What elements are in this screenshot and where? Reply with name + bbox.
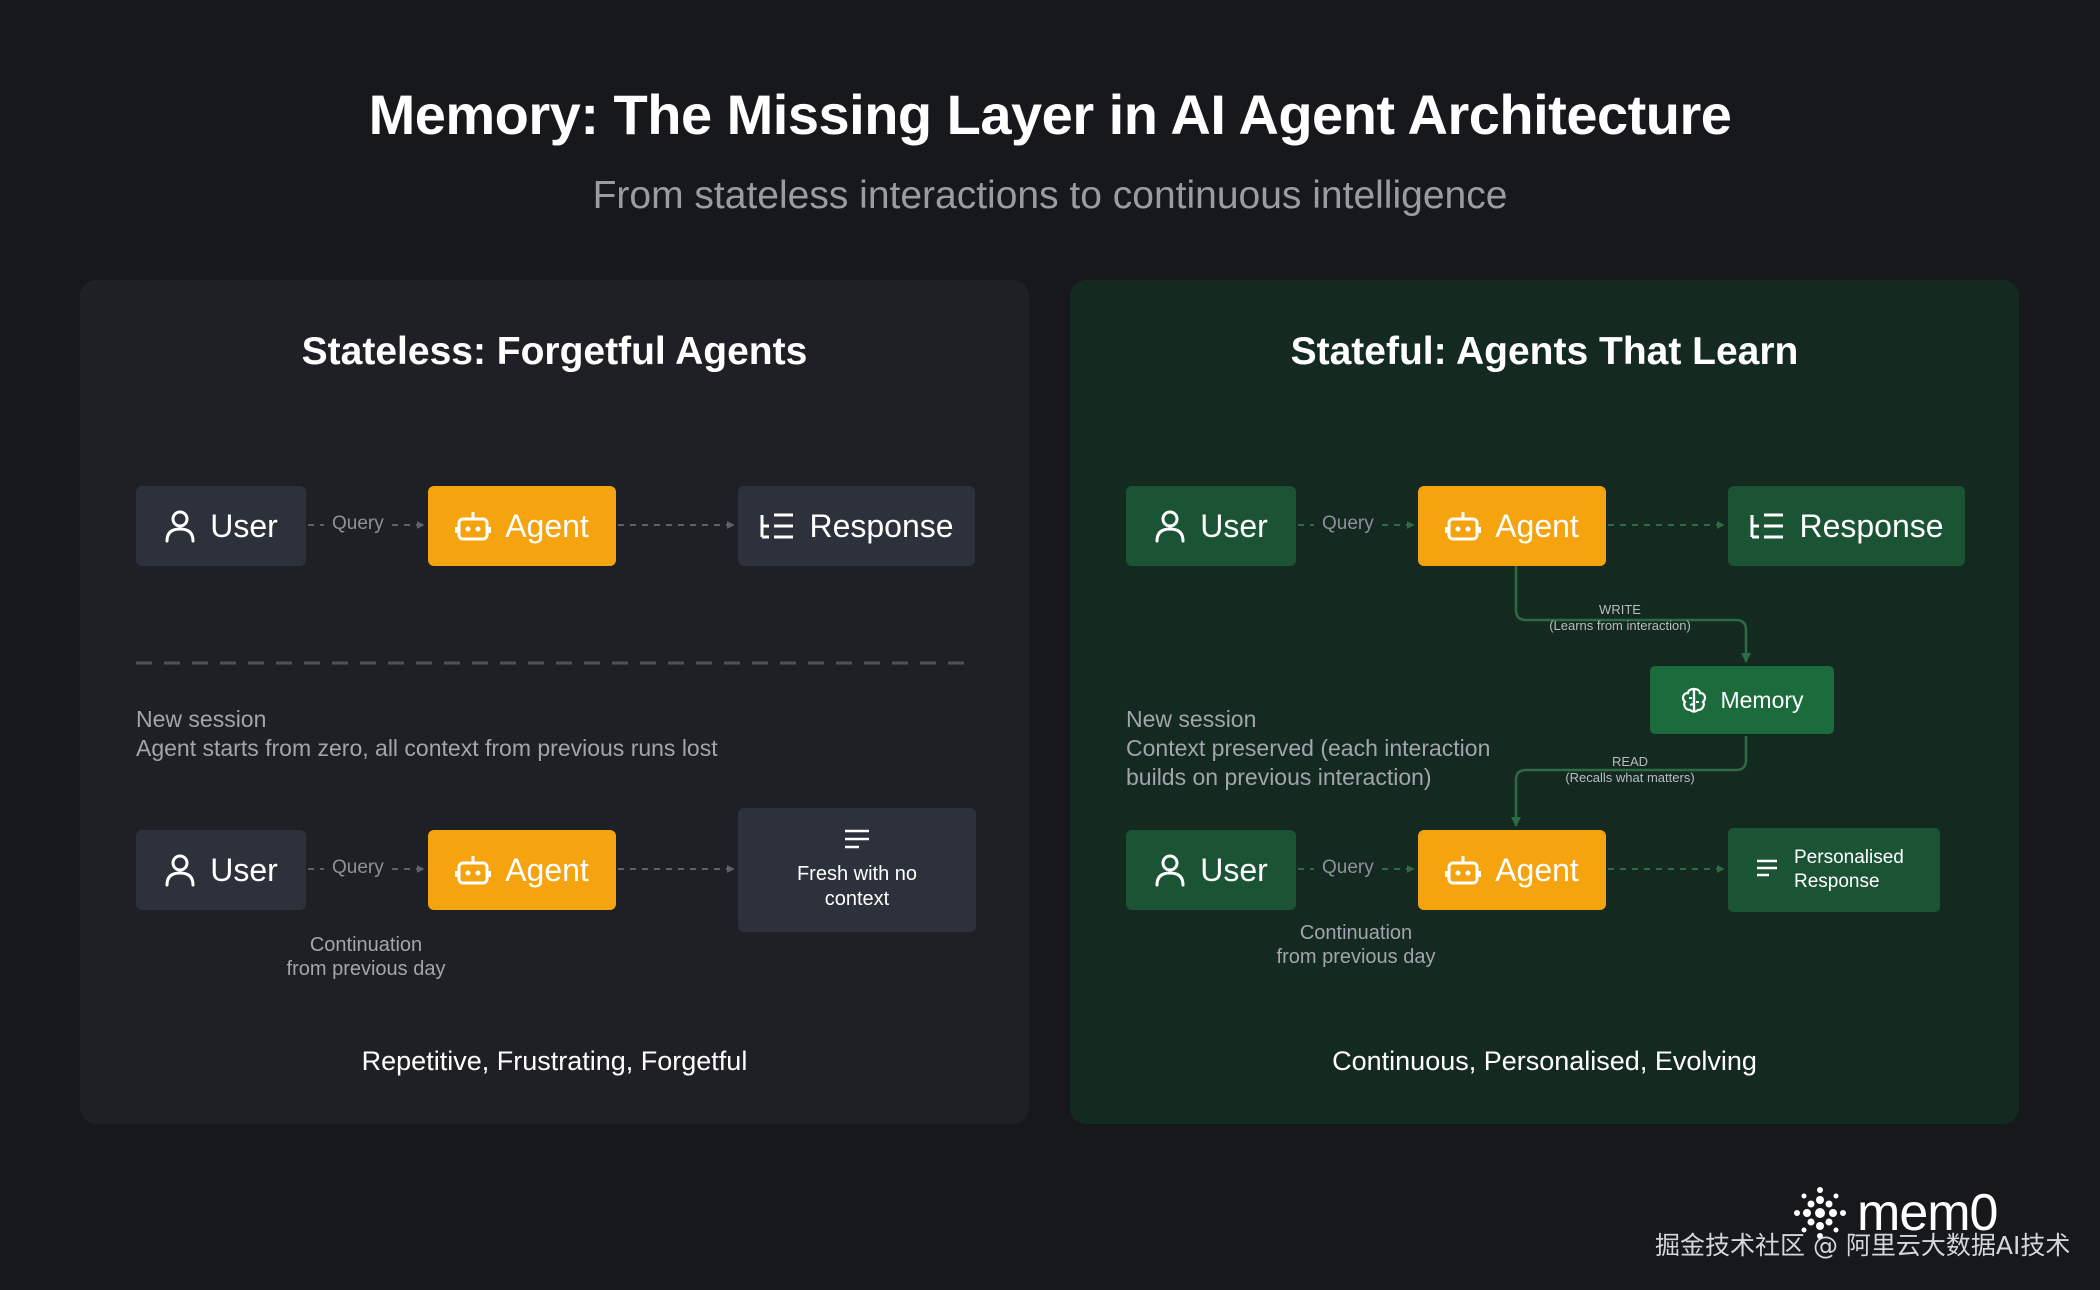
stateless-bottom-user-node: User bbox=[136, 830, 306, 910]
write-label: WRITE (Learns from interaction) bbox=[1520, 602, 1720, 634]
stateless-footer: Repetitive, Frustrating, Forgetful bbox=[361, 1046, 748, 1076]
user-label: User bbox=[210, 507, 278, 544]
fresh-line: Fresh with no bbox=[796, 862, 918, 885]
user-label: User bbox=[210, 851, 278, 888]
session-note-line: builds on previous interaction) bbox=[1126, 764, 1432, 790]
stateless-session-note: New session Agent starts from zero, all … bbox=[136, 705, 718, 763]
list-icon bbox=[1749, 512, 1785, 540]
memory-label: Memory bbox=[1720, 686, 1804, 713]
stateful-bottom-query-label: Query bbox=[1322, 857, 1374, 878]
continuation-line: from previous day bbox=[1276, 946, 1436, 968]
personalised-response-label: Personalised Response bbox=[1794, 846, 1904, 894]
stateful-top-response-node: Response bbox=[1728, 486, 1965, 566]
stateless-top-response-node: Response bbox=[738, 486, 975, 566]
robot-icon bbox=[1445, 853, 1482, 887]
agent-label: Agent bbox=[1495, 507, 1579, 544]
fresh-no-context-label: Fresh with no context bbox=[797, 862, 917, 912]
read-title: READ bbox=[1611, 754, 1649, 769]
write-title: WRITE bbox=[1599, 602, 1641, 617]
stateless-top-user-node: User bbox=[136, 486, 306, 566]
user-icon bbox=[1154, 853, 1186, 887]
fresh-line: context bbox=[824, 887, 890, 910]
session-note-line: New session bbox=[136, 706, 267, 732]
stateful-top-query-label: Query bbox=[1322, 513, 1374, 534]
user-icon bbox=[164, 509, 196, 543]
stateless-continuation-note: Continuation from previous day bbox=[266, 933, 466, 981]
write-desc: (Learns from interaction) bbox=[1549, 618, 1691, 633]
robot-icon bbox=[455, 509, 492, 543]
user-label: User bbox=[1200, 507, 1268, 544]
session-note-line: Agent starts from zero, all context from… bbox=[136, 735, 718, 761]
stateful-bottom-user-node: User bbox=[1126, 830, 1296, 910]
text-lines-icon bbox=[844, 829, 870, 854]
robot-icon bbox=[455, 853, 492, 887]
read-label: READ (Recalls what matters) bbox=[1530, 754, 1730, 786]
response-label: Response bbox=[809, 507, 954, 544]
stateful-top-agent-node: Agent bbox=[1418, 486, 1606, 566]
watermark-text: 掘金技术社区 @ 阿里云大数据AI技术 bbox=[1655, 1231, 2071, 1260]
stateless-top-query-label: Query bbox=[332, 513, 384, 534]
stateless-bottom-query-label: Query bbox=[332, 857, 384, 878]
agent-label: Agent bbox=[505, 507, 589, 544]
stateful-footer: Continuous, Personalised, Evolving bbox=[1332, 1046, 1757, 1076]
personalised-response-node: Personalised Response bbox=[1728, 828, 1940, 912]
user-icon bbox=[1154, 509, 1186, 543]
brain-icon bbox=[1680, 686, 1708, 714]
stateful-continuation-note: Continuation from previous day bbox=[1256, 921, 1456, 969]
fresh-no-context-node: Fresh with no context bbox=[738, 808, 976, 932]
response-label: Response bbox=[1799, 507, 1944, 544]
agent-label: Agent bbox=[1495, 851, 1579, 888]
user-label: User bbox=[1200, 851, 1268, 888]
continuation-line: from previous day bbox=[286, 958, 446, 980]
user-icon bbox=[164, 853, 196, 887]
diagram-canvas: Memory: The Missing Layer in AI Agent Ar… bbox=[0, 0, 2100, 1290]
session-note-line: Context preserved (each interaction bbox=[1126, 735, 1491, 761]
memory-node: Memory bbox=[1650, 666, 1834, 734]
agent-label: Agent bbox=[505, 851, 589, 888]
session-note-line: New session bbox=[1126, 706, 1257, 732]
stateful-session-note: New session Context preserved (each inte… bbox=[1126, 705, 1490, 792]
list-icon bbox=[759, 512, 795, 540]
continuation-line: Continuation bbox=[1299, 922, 1413, 944]
connector-layer bbox=[136, 521, 1751, 873]
continuation-line: Continuation bbox=[309, 934, 423, 956]
stateless-top-agent-node: Agent bbox=[428, 486, 616, 566]
text-lines-icon bbox=[1756, 859, 1778, 882]
pr-line: Response bbox=[1794, 871, 1880, 892]
read-desc: (Recalls what matters) bbox=[1565, 770, 1695, 785]
pr-line: Personalised bbox=[1794, 847, 1904, 868]
robot-icon bbox=[1445, 509, 1482, 543]
stateful-bottom-agent-node: Agent bbox=[1418, 830, 1606, 910]
stateful-top-user-node: User bbox=[1126, 486, 1296, 566]
stateless-bottom-agent-node: Agent bbox=[428, 830, 616, 910]
